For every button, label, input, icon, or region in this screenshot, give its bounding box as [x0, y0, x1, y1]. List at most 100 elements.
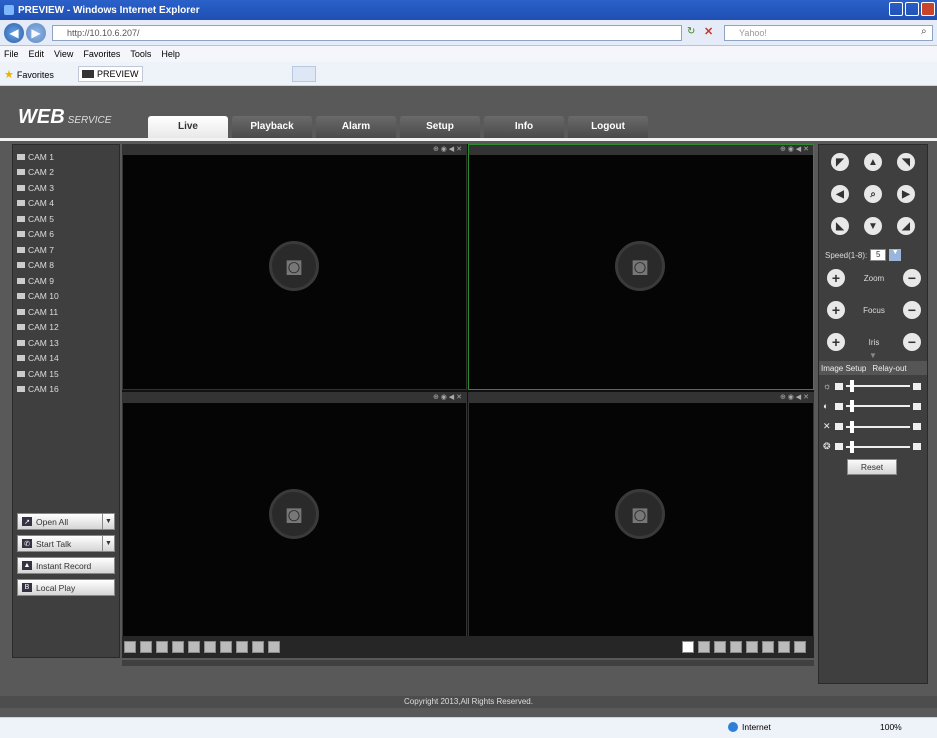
local-play-button[interactable]: B Local Play [17, 579, 115, 596]
tool-button[interactable] [236, 641, 248, 653]
forward-button[interactable]: ▶ [26, 23, 46, 43]
video-pane-4[interactable]: ⊕ ◉ ◀ ✕ ◙ [468, 392, 814, 638]
layout-1-button[interactable] [682, 641, 694, 653]
pane-tools-icon[interactable]: ⊕ ◉ ◀ ✕ [780, 393, 809, 401]
menu-file[interactable]: File [4, 49, 19, 59]
tab-live[interactable]: Live [148, 116, 228, 138]
search-icon[interactable]: ⌕ [921, 26, 927, 37]
layout-6-button[interactable] [714, 641, 726, 653]
ptz-left-button[interactable]: ◀ [831, 185, 849, 203]
menu-tools[interactable]: Tools [130, 49, 151, 59]
open-all-button[interactable]: ↗ Open All ▼ [17, 513, 115, 530]
camera-item[interactable]: CAM 6 [17, 227, 59, 243]
tool-button[interactable] [204, 641, 216, 653]
slider-minus[interactable] [835, 402, 843, 410]
layout-9-button[interactable] [746, 641, 758, 653]
slider-track[interactable] [846, 380, 910, 392]
refresh-icon[interactable]: ↻ [687, 26, 695, 37]
video-pane-1[interactable]: ⊕ ◉ ◀ ✕ ◙ [122, 144, 467, 390]
tool-button[interactable] [252, 641, 264, 653]
horizontal-scrollbar[interactable] [122, 660, 814, 666]
iris-open-button[interactable]: + [827, 333, 845, 351]
ptz-right-button[interactable]: ▶ [897, 185, 915, 203]
search-input[interactable]: Yahoo! [724, 25, 933, 41]
tab-logout[interactable]: Logout [568, 116, 648, 138]
menu-help[interactable]: Help [161, 49, 180, 59]
tool-button[interactable] [172, 641, 184, 653]
ptz-down-right-button[interactable]: ◢ [897, 217, 915, 235]
contrast-slider[interactable]: ◐ [823, 400, 921, 412]
tool-button[interactable] [156, 641, 168, 653]
layout-8-button[interactable] [730, 641, 742, 653]
camera-item[interactable]: CAM 2 [17, 165, 59, 181]
layout-16-button[interactable] [778, 641, 790, 653]
camera-item[interactable]: CAM 15 [17, 366, 59, 382]
zoom-out-button[interactable]: − [903, 269, 921, 287]
camera-item[interactable]: CAM 5 [17, 211, 59, 227]
zoom-level[interactable]: 100% [880, 722, 902, 732]
tab-info[interactable]: Info [484, 116, 564, 138]
reset-button[interactable]: Reset [847, 459, 897, 475]
tab-alarm[interactable]: Alarm [316, 116, 396, 138]
tool-button[interactable] [140, 641, 152, 653]
brightness-slider[interactable]: ☼ [823, 380, 921, 392]
camera-item[interactable]: CAM 13 [17, 335, 59, 351]
slider-plus[interactable] [913, 443, 921, 450]
camera-item[interactable]: CAM 14 [17, 351, 59, 367]
ptz-up-button[interactable]: ▲ [864, 153, 882, 171]
favorites-button[interactable]: ★ Favorites [4, 68, 54, 81]
fullscreen-button[interactable] [794, 641, 806, 653]
saturation-slider[interactable]: ✕ [823, 420, 921, 433]
chevron-down-icon[interactable]: ▼ [889, 249, 902, 261]
chevron-down-icon[interactable]: ▼ [102, 514, 114, 529]
focus-in-button[interactable]: + [827, 301, 845, 319]
slider-knob[interactable] [850, 440, 854, 453]
camera-item[interactable]: CAM 9 [17, 273, 59, 289]
slider-minus[interactable] [835, 423, 843, 430]
slider-track[interactable] [846, 420, 910, 433]
close-button[interactable] [921, 2, 935, 16]
camera-item[interactable]: CAM 12 [17, 320, 59, 336]
pane-tools-icon[interactable]: ⊕ ◉ ◀ ✕ [433, 145, 462, 153]
browser-tab-preview[interactable]: PREVIEW [78, 66, 143, 82]
ptz-down-button[interactable]: ▼ [864, 217, 882, 235]
slider-plus[interactable] [913, 423, 921, 430]
camera-item[interactable]: CAM 3 [17, 180, 59, 196]
camera-item[interactable]: CAM 16 [17, 382, 59, 398]
tab-setup[interactable]: Setup [400, 116, 480, 138]
slider-plus[interactable] [913, 402, 921, 410]
pane-tools-icon[interactable]: ⊕ ◉ ◀ ✕ [780, 145, 809, 153]
zoom-in-button[interactable]: + [827, 269, 845, 287]
camera-item[interactable]: CAM 4 [17, 196, 59, 212]
slider-knob[interactable] [850, 420, 854, 433]
video-pane-2[interactable]: ⊕ ◉ ◀ ✕ ◙ [468, 144, 814, 390]
camera-item[interactable]: CAM 1 [17, 149, 59, 165]
security-zone[interactable]: Internet [728, 722, 771, 732]
hue-slider[interactable]: ❂ [823, 440, 921, 453]
iris-close-button[interactable]: − [903, 333, 921, 351]
speed-select[interactable]: 5 [870, 249, 887, 261]
chevron-down-icon[interactable]: ▼ [102, 536, 114, 551]
ptz-zoom-icon[interactable]: ⌕ [864, 185, 882, 203]
slider-track[interactable] [846, 440, 910, 453]
slider-knob[interactable] [850, 380, 854, 392]
tool-button[interactable] [220, 641, 232, 653]
maximize-button[interactable] [905, 2, 919, 16]
slider-knob[interactable] [850, 400, 854, 412]
menu-view[interactable]: View [54, 49, 73, 59]
new-tab-button[interactable] [292, 66, 316, 82]
camera-item[interactable]: CAM 7 [17, 242, 59, 258]
tab-image-setup[interactable]: Image Setup [821, 364, 866, 373]
camera-item[interactable]: CAM 8 [17, 258, 59, 274]
tool-button[interactable] [188, 641, 200, 653]
slider-plus[interactable] [913, 382, 921, 390]
minimize-button[interactable] [889, 2, 903, 16]
layout-4-button[interactable] [698, 641, 710, 653]
ptz-down-left-button[interactable]: ◣ [831, 217, 849, 235]
camera-item[interactable]: CAM 10 [17, 289, 59, 305]
slider-minus[interactable] [835, 382, 843, 390]
back-button[interactable]: ◀ [4, 23, 24, 43]
slider-minus[interactable] [835, 443, 843, 450]
camera-item[interactable]: CAM 11 [17, 304, 59, 320]
tool-button[interactable] [124, 641, 136, 653]
